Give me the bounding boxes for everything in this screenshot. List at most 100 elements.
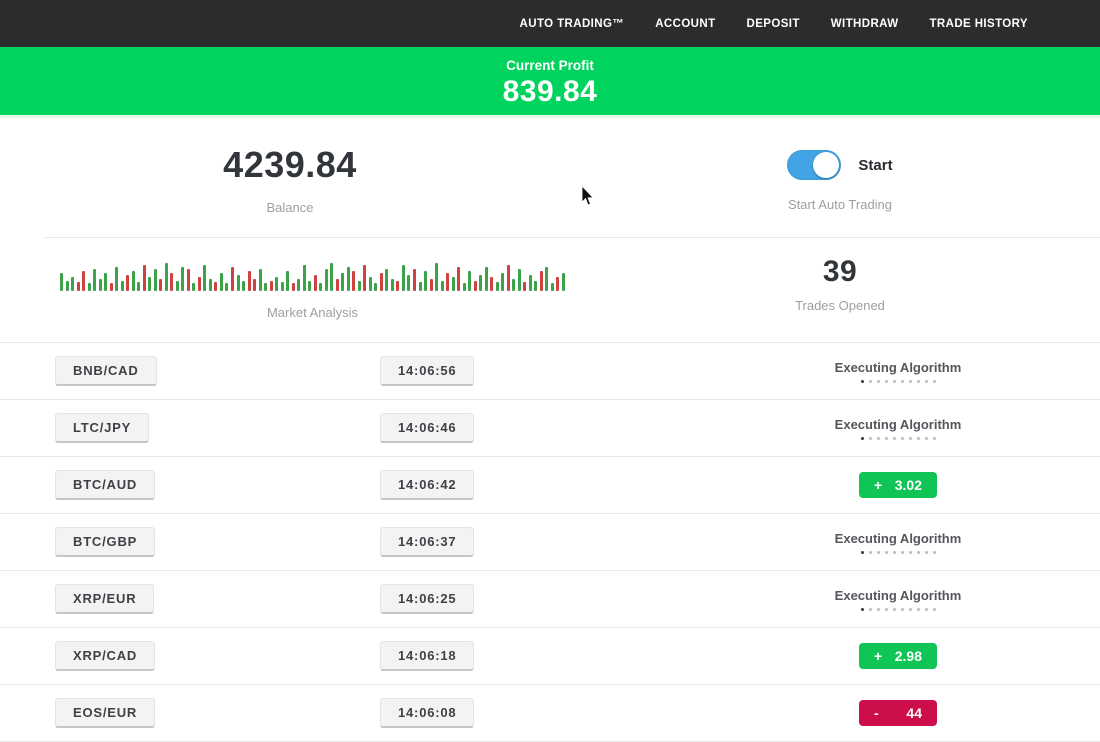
market-bar — [374, 283, 377, 291]
time-pill: 14:06:46 — [380, 413, 474, 443]
market-analysis-label: Market Analysis — [45, 305, 580, 320]
executing-label: Executing Algorithm — [696, 588, 1100, 603]
progress-dot — [925, 437, 928, 440]
progress-dot — [877, 437, 880, 440]
market-bar — [225, 283, 228, 291]
toggle-knob — [813, 152, 839, 178]
market-bar — [352, 271, 355, 291]
time-pill: 14:06:25 — [380, 584, 474, 614]
market-bar — [435, 263, 438, 291]
market-bar — [203, 265, 206, 291]
profit-banner-label: Current Profit — [0, 58, 1100, 73]
progress-dot — [893, 380, 896, 383]
badge-amount: 2.98 — [895, 648, 922, 664]
market-bar — [198, 277, 201, 291]
market-bar — [104, 273, 107, 291]
profit-banner-value: 839.84 — [0, 75, 1100, 109]
progress-dot — [933, 437, 936, 440]
progress-dot — [877, 380, 880, 383]
nav-account[interactable]: ACCOUNT — [655, 18, 715, 30]
badge-sign: + — [874, 477, 882, 493]
market-bar — [325, 269, 328, 291]
progress-dot — [901, 380, 904, 383]
time-pill: 14:06:37 — [380, 527, 474, 557]
market-bar — [60, 273, 63, 291]
market-bar — [358, 281, 361, 291]
trade-status-cell: Executing Algorithm — [696, 531, 1100, 554]
market-bar — [214, 282, 217, 291]
auto-trading-label: Start Auto Trading — [580, 197, 1100, 212]
progress-dot — [861, 551, 864, 554]
market-bar — [457, 267, 460, 291]
executing-label: Executing Algorithm — [696, 531, 1100, 546]
market-bar — [385, 269, 388, 291]
pair-pill: BTC/GBP — [55, 527, 155, 557]
market-bar — [126, 275, 129, 291]
trades-opened-value: 39 — [580, 255, 1100, 289]
progress-dots — [696, 380, 1100, 383]
market-bar — [308, 281, 311, 291]
market-bar — [562, 273, 565, 291]
nav-auto-trading[interactable]: AUTO TRADING™ — [520, 18, 625, 30]
time-pill: 14:06:18 — [380, 641, 474, 671]
market-bar — [551, 283, 554, 291]
market-bar — [253, 279, 256, 291]
dashboard: 4239.84 Balance Start Start Auto Trading… — [0, 118, 1100, 742]
market-bar — [110, 283, 113, 291]
progress-dot — [933, 608, 936, 611]
market-bar — [545, 267, 548, 291]
market-bar — [507, 265, 510, 291]
market-bar — [413, 269, 416, 291]
market-bar — [181, 267, 184, 291]
market-bar — [187, 269, 190, 291]
nav-trade-history[interactable]: TRADE HISTORY — [930, 18, 1029, 30]
progress-dot — [933, 380, 936, 383]
market-bar — [115, 267, 118, 291]
market-bar — [297, 279, 300, 291]
trades-table: BNB/CAD14:06:56Executing AlgorithmLTC/JP… — [0, 342, 1100, 742]
market-bar — [430, 279, 433, 291]
nav-withdraw[interactable]: WITHDRAW — [831, 18, 899, 30]
market-bar — [292, 283, 295, 291]
trades-opened-stat: 39 Trades Opened — [580, 238, 1100, 320]
executing-label: Executing Algorithm — [696, 417, 1100, 432]
market-bar — [121, 281, 124, 291]
market-bar — [452, 277, 455, 291]
progress-dot — [917, 608, 920, 611]
progress-dot — [869, 608, 872, 611]
market-bar — [446, 273, 449, 291]
progress-dot — [885, 437, 888, 440]
market-bar — [419, 282, 422, 291]
pair-pill: EOS/EUR — [55, 698, 155, 728]
trade-status-cell: +3.02 — [696, 472, 1100, 498]
auto-trading-toggle[interactable] — [787, 150, 841, 180]
executing-label: Executing Algorithm — [696, 360, 1100, 375]
market-bar — [148, 277, 151, 291]
market-bar — [534, 281, 537, 291]
market-bar — [330, 263, 333, 291]
progress-dot — [869, 437, 872, 440]
market-bar — [474, 281, 477, 291]
market-bar — [391, 279, 394, 291]
market-bar — [132, 271, 135, 291]
market-bar — [259, 269, 262, 291]
market-bar — [380, 273, 383, 291]
progress-dot — [893, 551, 896, 554]
badge-sign: + — [874, 648, 882, 664]
progress-dot — [901, 437, 904, 440]
market-bar — [99, 279, 102, 291]
progress-dot — [861, 437, 864, 440]
market-bar — [220, 273, 223, 291]
trade-status-cell: Executing Algorithm — [696, 417, 1100, 440]
nav-deposit[interactable]: DEPOSIT — [747, 18, 800, 30]
market-bar — [176, 281, 179, 291]
progress-dot — [917, 437, 920, 440]
market-bar — [154, 269, 157, 291]
market-bar — [512, 279, 515, 291]
progress-dot — [885, 551, 888, 554]
badge-sign: - — [874, 705, 879, 721]
progress-dot — [861, 608, 864, 611]
progress-dot — [917, 380, 920, 383]
market-bar — [556, 277, 559, 291]
loss-badge: -44 — [859, 700, 937, 726]
